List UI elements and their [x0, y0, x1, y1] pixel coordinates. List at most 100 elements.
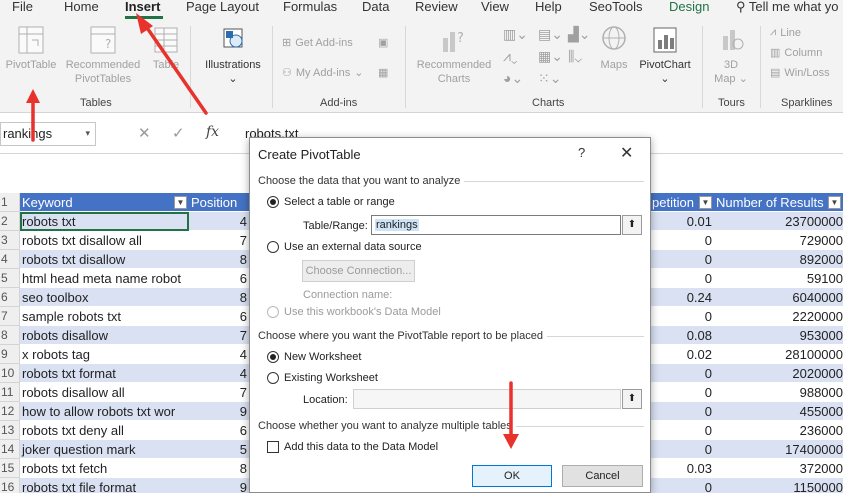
cell-position[interactable]: 8: [189, 288, 249, 307]
cell-keyword[interactable]: joker question mark: [20, 440, 189, 459]
cell-keyword[interactable]: robots txt file format: [20, 478, 189, 493]
cell-results[interactable]: 372000: [714, 459, 843, 478]
cell-keyword[interactable]: robots txt: [20, 212, 189, 231]
menu-help[interactable]: Help: [535, 0, 562, 14]
header-position[interactable]: Position: [189, 193, 249, 212]
radio-selected[interactable]: [267, 351, 279, 363]
row-number[interactable]: 14: [0, 440, 20, 459]
menu-page-layout[interactable]: Page Layout: [186, 0, 259, 14]
cell-keyword[interactable]: x robots tag: [20, 345, 189, 364]
cell-keyword[interactable]: robots disallow all: [20, 383, 189, 402]
row-number[interactable]: 1: [0, 193, 20, 212]
row-number[interactable]: 3: [0, 231, 20, 250]
cell-results[interactable]: 2220000: [714, 307, 843, 326]
cell-position[interactable]: 7: [189, 326, 249, 345]
cell-keyword[interactable]: robots txt format: [20, 364, 189, 383]
cell-results[interactable]: 28100000: [714, 345, 843, 364]
recommended-pivottables-button[interactable]: ? Recommended PivotTables: [62, 24, 144, 86]
filter-dropdown-icon[interactable]: ▼: [828, 196, 841, 209]
name-box[interactable]: rankings ▾: [0, 122, 96, 146]
filter-dropdown-icon[interactable]: ▼: [174, 196, 187, 209]
pivotchart-button[interactable]: PivotChart ⌄: [636, 24, 694, 86]
cell-position[interactable]: 6: [189, 307, 249, 326]
menu-view[interactable]: View: [481, 0, 509, 14]
cell-competition[interactable]: 0: [650, 269, 714, 288]
cell-results[interactable]: 23700000: [714, 212, 843, 231]
select-table-radio[interactable]: Select a table or range: [267, 196, 395, 208]
cell-competition[interactable]: 0: [650, 307, 714, 326]
maps-button[interactable]: Maps: [596, 24, 632, 72]
row-number[interactable]: 10: [0, 364, 20, 383]
row-number[interactable]: 11: [0, 383, 20, 402]
row-number[interactable]: 2: [0, 212, 20, 231]
3d-map-button[interactable]: 3D Map ⌄: [708, 24, 754, 86]
cell-keyword[interactable]: robots txt fetch: [20, 459, 189, 478]
combo-chart-button[interactable]: ⫼⌄: [568, 48, 582, 65]
hierarchy-chart-button[interactable]: ▤⌄: [538, 26, 563, 43]
cell-results[interactable]: 1150000: [714, 478, 843, 493]
cell-competition[interactable]: 0: [650, 402, 714, 421]
new-worksheet-radio[interactable]: New Worksheet: [267, 351, 361, 363]
cell-competition[interactable]: 0: [650, 421, 714, 440]
cell-position[interactable]: 9: [189, 478, 249, 493]
help-icon[interactable]: ?: [578, 145, 585, 160]
cell-results[interactable]: 17400000: [714, 440, 843, 459]
cell-position[interactable]: 6: [189, 421, 249, 440]
header-keyword[interactable]: Keyword ▼: [20, 193, 189, 212]
cell-competition[interactable]: 0.03: [650, 459, 714, 478]
scatter-chart-button[interactable]: ⁙⌄: [538, 70, 561, 87]
cell-competition[interactable]: 0: [650, 478, 714, 493]
cell-position[interactable]: 8: [189, 459, 249, 478]
menu-data[interactable]: Data: [362, 0, 389, 14]
row-number[interactable]: 5: [0, 269, 20, 288]
insert-function-icon[interactable]: fx: [206, 124, 219, 140]
row-number[interactable]: 4: [0, 250, 20, 269]
illustrations-button[interactable]: Illustrations ⌄: [200, 24, 266, 86]
cell-results[interactable]: 59100: [714, 269, 843, 288]
my-addins-button[interactable]: ⚇ My Add-ins ⌄: [282, 66, 364, 80]
pivottable-button[interactable]: PivotTable: [4, 24, 58, 72]
cell-keyword[interactable]: how to allow robots txt wor: [20, 402, 189, 421]
row-number[interactable]: 7: [0, 307, 20, 326]
menu-formulas[interactable]: Formulas: [283, 0, 337, 14]
cell-position[interactable]: 9: [189, 402, 249, 421]
recommended-charts-button[interactable]: ? Recommended Charts: [412, 24, 496, 86]
cell-results[interactable]: 988000: [714, 383, 843, 402]
cell-competition[interactable]: 0.01: [650, 212, 714, 231]
close-icon[interactable]: ✕: [620, 143, 633, 163]
cell-position[interactable]: 8: [189, 250, 249, 269]
cell-position[interactable]: 5: [189, 440, 249, 459]
row-number[interactable]: 6: [0, 288, 20, 307]
cell-position[interactable]: 7: [189, 383, 249, 402]
menu-design[interactable]: Design: [669, 0, 709, 14]
cell-position[interactable]: 4: [189, 212, 249, 231]
pie-chart-button[interactable]: ◕⌄: [503, 70, 523, 87]
ok-button[interactable]: OK: [472, 465, 552, 487]
sparkline-column-button[interactable]: ▥ Column: [770, 46, 822, 60]
row-number[interactable]: 15: [0, 459, 20, 478]
cell-keyword[interactable]: html head meta name robot: [20, 269, 189, 288]
menu-home[interactable]: Home: [64, 0, 99, 14]
use-external-radio[interactable]: Use an external data source: [267, 241, 422, 253]
cell-competition[interactable]: 0: [650, 383, 714, 402]
cell-results[interactable]: 2020000: [714, 364, 843, 383]
cell-competition[interactable]: 0: [650, 250, 714, 269]
add-data-model-checkbox[interactable]: Add this data to the Data Model: [267, 441, 438, 453]
existing-worksheet-radio[interactable]: Existing Worksheet: [267, 372, 378, 384]
cell-competition[interactable]: 0.02: [650, 345, 714, 364]
cell-keyword[interactable]: seo toolbox: [20, 288, 189, 307]
cell-position[interactable]: 4: [189, 345, 249, 364]
radio-disabled[interactable]: [267, 306, 279, 318]
cell-results[interactable]: 729000: [714, 231, 843, 250]
menu-file[interactable]: File: [12, 0, 33, 14]
menu-insert[interactable]: Insert: [125, 0, 160, 14]
row-number[interactable]: 9: [0, 345, 20, 364]
people-graph-button[interactable]: ▦: [378, 66, 388, 79]
menu-review[interactable]: Review: [415, 0, 458, 14]
radio-selected[interactable]: [267, 196, 279, 208]
column-chart-button[interactable]: ▥⌄: [503, 26, 528, 43]
cell-results[interactable]: 953000: [714, 326, 843, 345]
row-number[interactable]: 13: [0, 421, 20, 440]
cell-results[interactable]: 236000: [714, 421, 843, 440]
table-range-input[interactable]: rankings: [371, 215, 621, 235]
